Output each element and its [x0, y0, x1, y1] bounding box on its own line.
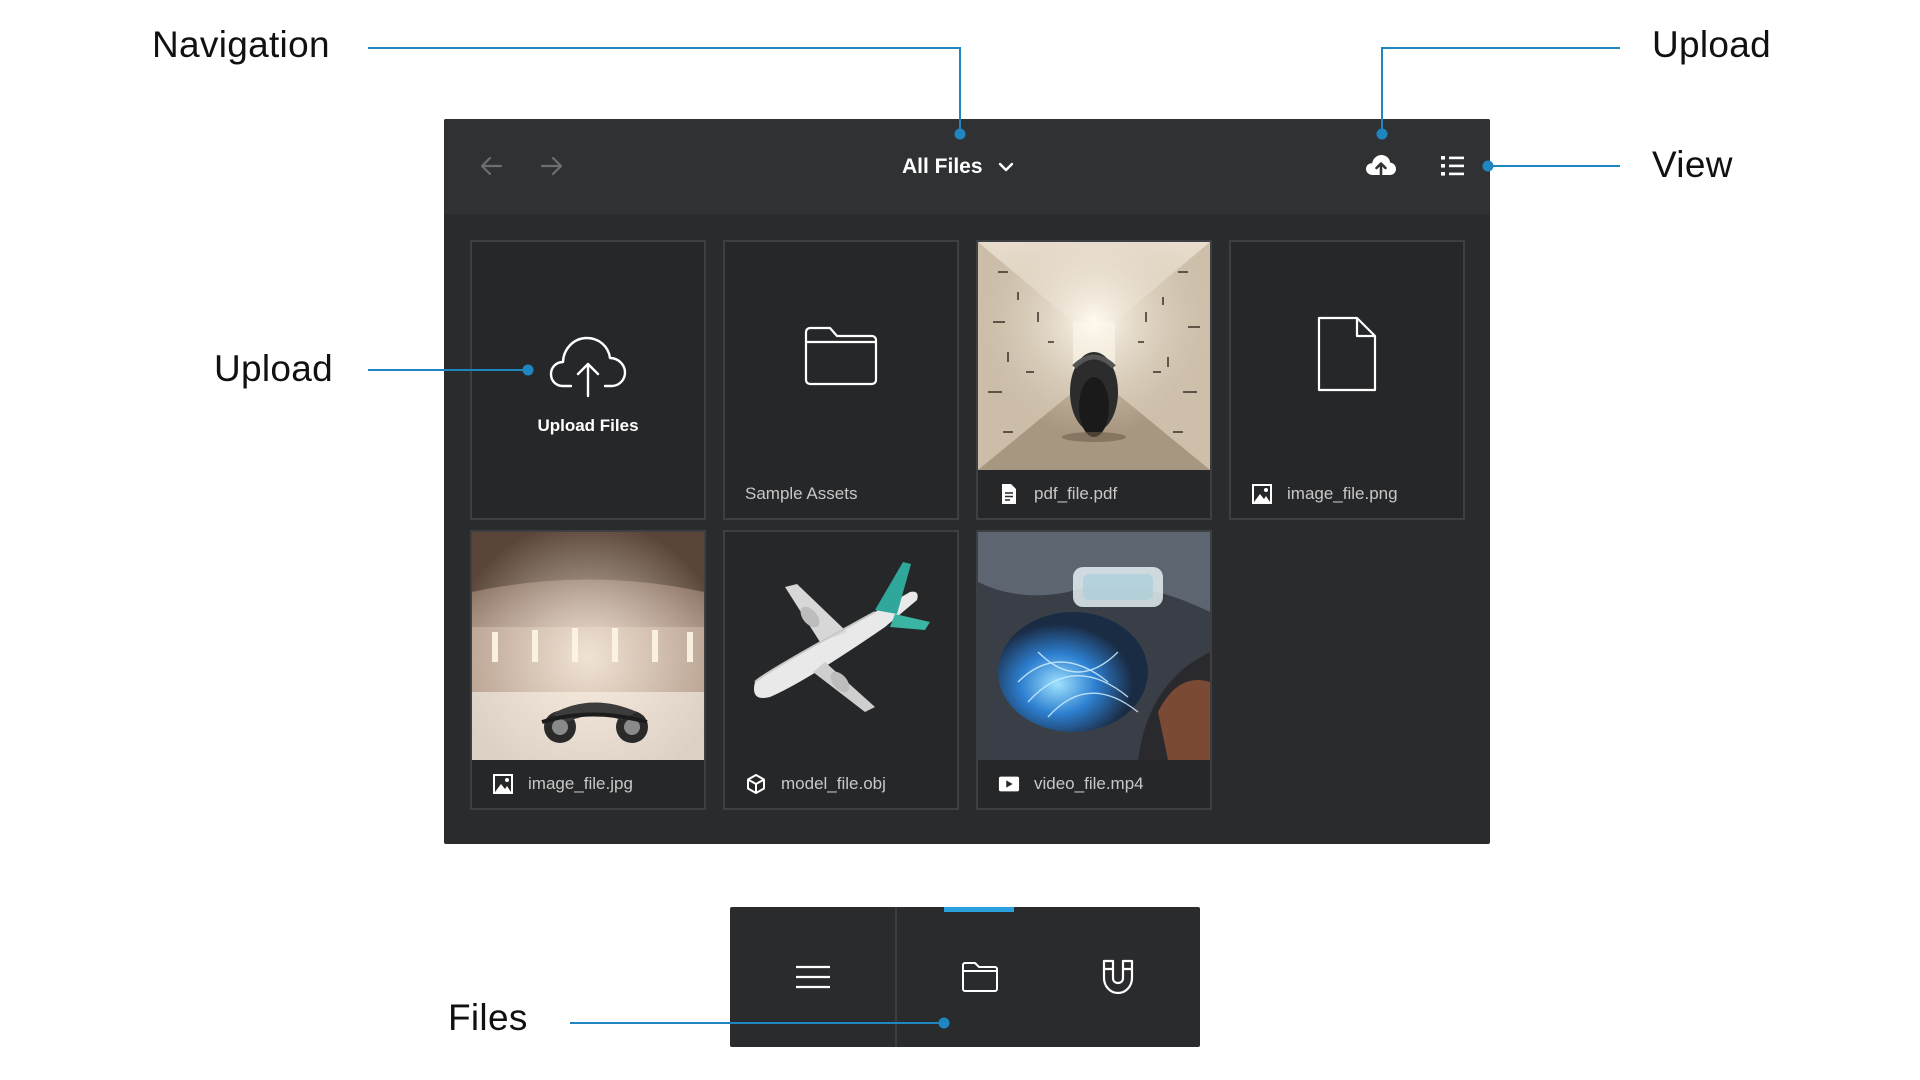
arrow-right-icon — [540, 156, 563, 176]
callout-navigation-label: Navigation — [152, 24, 330, 65]
folder-icon — [804, 326, 878, 386]
tile-label: image_file.jpg — [528, 774, 633, 793]
upload-files-tile[interactable]: Upload Files — [470, 240, 706, 520]
menu-icon — [795, 965, 830, 989]
document-icon — [998, 483, 1020, 505]
location-label: All Files — [902, 155, 983, 178]
image-icon — [1251, 483, 1273, 505]
hall-motorcycle-thumbnail-image — [472, 532, 704, 760]
tile-caption: model_file.obj — [725, 760, 957, 808]
airplane-model-thumbnail-image — [725, 532, 957, 760]
tile-caption: Sample Assets — [725, 470, 957, 518]
view-toggle-button[interactable] — [1434, 147, 1472, 185]
file-icon — [1317, 316, 1377, 392]
pdf-thumbnail — [978, 242, 1210, 470]
tile-label: Sample Assets — [745, 484, 858, 503]
list-view-icon — [1441, 156, 1464, 176]
file-browser-panel: All Files Upload Files Sample Assets pdf… — [444, 119, 1490, 844]
glowing-engine-thumbnail-image — [978, 532, 1210, 760]
file-grid: Upload Files Sample Assets pdf_file.pdf … — [444, 214, 1490, 844]
tile-caption: pdf_file.pdf — [978, 470, 1210, 518]
tile-label: pdf_file.pdf — [1034, 484, 1118, 503]
tile-label: video_file.mp4 — [1034, 774, 1144, 793]
cloud-upload-icon — [1366, 155, 1396, 176]
bottom-tab-bar — [730, 907, 1200, 1047]
arrow-left-icon — [480, 156, 503, 176]
tile-label: image_file.png — [1287, 484, 1398, 503]
tile-label: model_file.obj — [781, 774, 886, 793]
file-tile-mp4[interactable]: video_file.mp4 — [976, 530, 1212, 810]
forward-button[interactable] — [535, 149, 569, 183]
cube-icon — [745, 773, 767, 795]
jpg-thumbnail — [472, 532, 704, 760]
location-dropdown[interactable]: All Files — [902, 145, 1015, 189]
tile-caption: video_file.mp4 — [978, 760, 1210, 808]
folder-icon — [961, 962, 998, 992]
folder-tile-sample-assets[interactable]: Sample Assets — [723, 240, 959, 520]
chevron-down-icon — [998, 162, 1013, 172]
tab-menu[interactable] — [730, 907, 895, 1047]
obj-thumbnail — [725, 532, 957, 760]
cloud-upload-icon — [549, 336, 627, 398]
file-tile-obj[interactable]: model_file.obj — [723, 530, 959, 810]
tile-caption: image_file.png — [1231, 470, 1463, 518]
magnet-icon — [1102, 959, 1133, 995]
callout-files-label: Files — [448, 997, 528, 1038]
upload-button[interactable] — [1362, 147, 1400, 185]
tab-magnet[interactable] — [1035, 907, 1200, 1047]
callout-upload-left-label: Upload — [214, 348, 334, 389]
callout-view-label: View — [1652, 144, 1733, 185]
image-icon — [492, 773, 514, 795]
back-button[interactable] — [474, 149, 508, 183]
file-tile-png[interactable]: image_file.png — [1229, 240, 1465, 520]
file-tile-jpg[interactable]: image_file.jpg — [470, 530, 706, 810]
callout-upload-top-label: Upload — [1652, 24, 1772, 65]
upload-files-label: Upload Files — [537, 416, 639, 435]
mp4-thumbnail — [978, 532, 1210, 760]
file-tile-pdf[interactable]: pdf_file.pdf — [976, 240, 1212, 520]
corridor-motorcycle-thumbnail-image — [978, 242, 1210, 470]
tile-caption: image_file.jpg — [472, 760, 704, 808]
file-browser-toolbar: All Files — [444, 119, 1490, 214]
play-icon — [998, 773, 1020, 795]
